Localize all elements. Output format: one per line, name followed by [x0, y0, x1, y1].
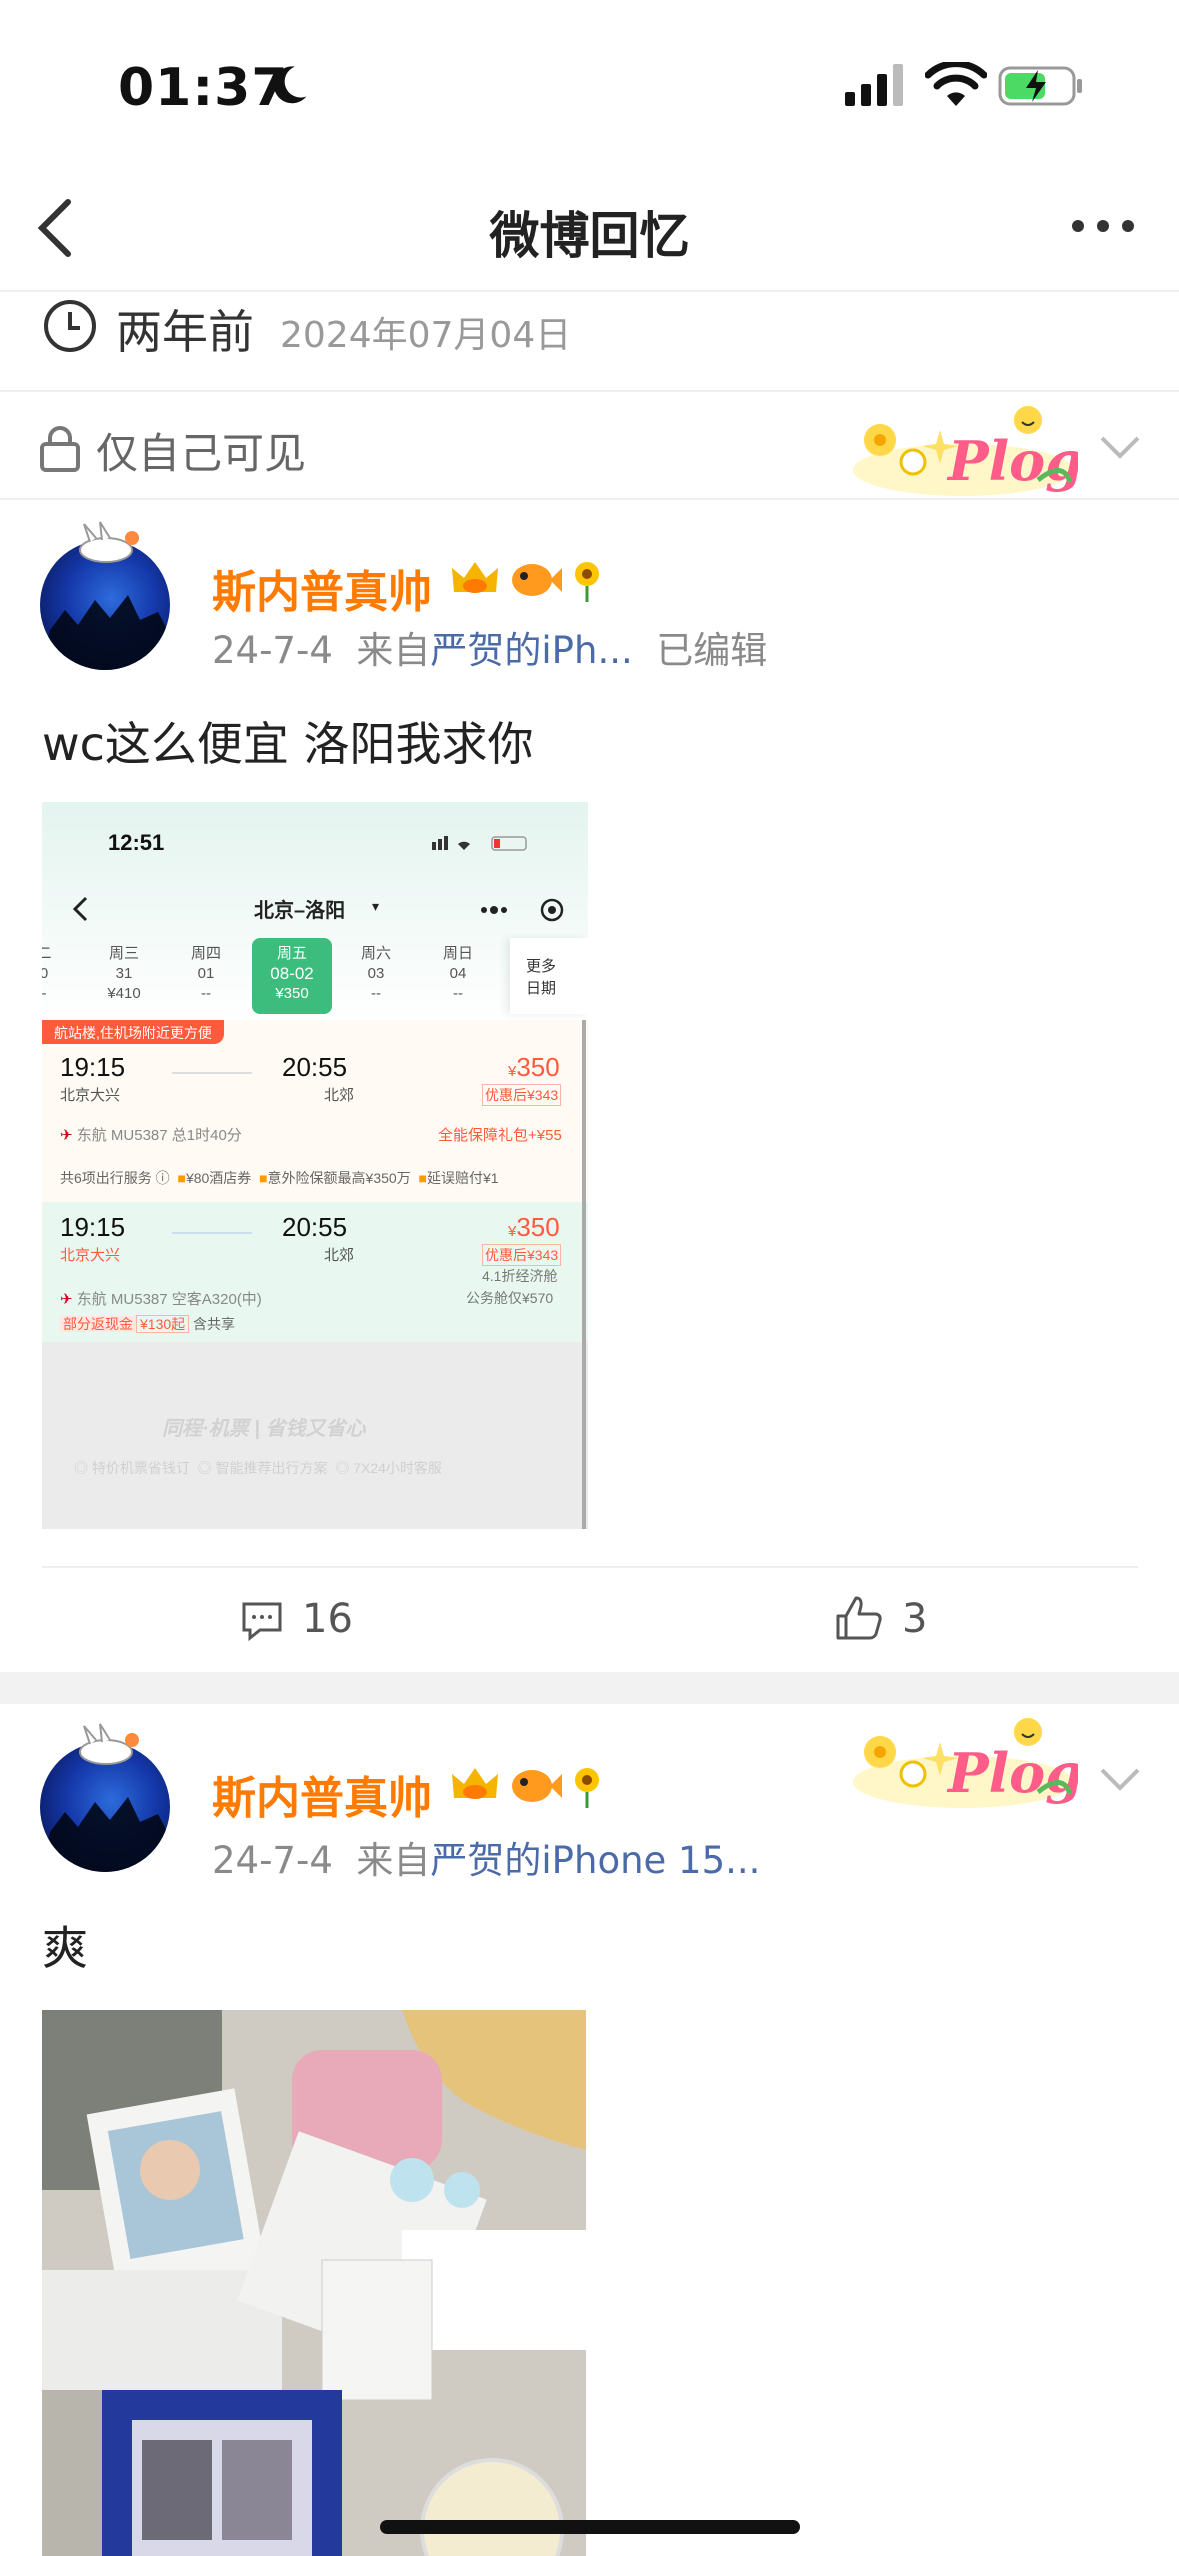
chevron-down-icon[interactable] [1098, 1764, 1142, 1794]
flight-arrival-time: 20:55 [282, 1052, 348, 1082]
page-title: 微博回忆 [489, 207, 690, 265]
flight-number: ✈ 东航 MU5387 总1时40分 [60, 1127, 242, 1144]
post-image-photo[interactable] [42, 2010, 586, 2556]
flight-services: 共6项出行服务 ⓘ ■¥80酒店券 ■意外险保额最高¥350万 ■延误赔付¥1 [60, 1170, 499, 1186]
embedded-time: 12:51 [108, 830, 165, 855]
like-icon[interactable] [834, 1594, 884, 1642]
edited-label: 已编辑 [656, 629, 768, 672]
embedded-status-icons [432, 836, 527, 851]
flight-cashback: 部分返现金 ¥130起 含共享 [60, 1314, 235, 1334]
divider [0, 498, 1179, 500]
flight-line [172, 1072, 252, 1074]
embedded-back-icon [72, 896, 88, 922]
flight-tip: 航站楼,住机场附近更方便 [42, 1020, 224, 1044]
plog-sticker: Plog [853, 1718, 1078, 1808]
flight-line [172, 1232, 252, 1234]
comment-icon[interactable] [240, 1598, 284, 1642]
day-cell: 周三 31 ¥410 [107, 945, 141, 1002]
moon-icon [273, 66, 307, 104]
day-cell: 二0- [42, 945, 52, 1002]
memory-date: 2024年07月04日 [280, 315, 572, 356]
post-image-flight-screenshot[interactable]: 12:51 北京–洛阳 ▾ 二0- 周三 31 ¥410 周四 01 -- 周五 08-0… [42, 802, 588, 1529]
cellular-signal-icon [845, 64, 903, 106]
day-cell: 周日 04 -- [442, 945, 473, 1002]
day-cell: 周六 03 -- [360, 945, 391, 1002]
post-meta: 24-7-4 来自严贺的iPh... 已编辑 [212, 620, 767, 674]
post-text: 爽 [42, 1921, 88, 1975]
from-prefix: 来自 [356, 1839, 431, 1882]
crown-badge-icon [452, 1768, 498, 1799]
flight-business-class: 公务舱仅¥570 [466, 1290, 554, 1306]
fish-badge-icon [512, 564, 562, 596]
wifi-icon [925, 62, 987, 106]
rabbit-decoration-icon [79, 1723, 139, 1765]
embedded-features: ◎ 特价机票省钱订 ◎ 智能推荐出行方案 ◎ 7X24小时客服 [74, 1460, 442, 1476]
memory-ago: 两年前 [116, 305, 254, 359]
battery-charging-icon [998, 66, 1082, 106]
status-time: 01:37 [118, 58, 289, 118]
flight-number: ✈ 东航 MU5387 空客A320(中) [60, 1291, 262, 1308]
like-count[interactable]: 3 [902, 1596, 927, 1642]
crown-badge-icon [452, 562, 498, 593]
plog-sticker: Plog [853, 406, 1078, 496]
visibility-label: 仅自己可见 [96, 429, 307, 478]
flight-discount: 优惠后¥343 [482, 1084, 562, 1106]
post-meta: 24-7-4 来自严贺的iPhone 15... [212, 1830, 760, 1884]
post-source-link[interactable]: 严贺的iPh... [430, 629, 632, 672]
flight-arrival-airport: 北郊 [324, 1247, 355, 1264]
embedded-brand: 同程·机票 | 省钱又省心 [162, 1418, 366, 1440]
comment-count[interactable]: 16 [302, 1596, 353, 1642]
day-cell: 周四 01 -- [190, 945, 221, 1002]
flight-class: 4.1折经济舱 [482, 1268, 558, 1284]
divider [0, 290, 1179, 292]
divider [0, 390, 1179, 392]
post-date: 24-7-4 [212, 629, 333, 672]
flight-arrival-airport: 北郊 [324, 1087, 355, 1104]
embedded-route-caret: ▾ [372, 898, 380, 914]
flight-departure-time: 19:15 [60, 1212, 126, 1242]
username[interactable]: 斯内普真帅 [212, 556, 432, 620]
flight-price: ¥350 [508, 1052, 560, 1082]
flight-price: ¥350 [508, 1212, 560, 1242]
flight-discount: 优惠后¥343 [482, 1244, 562, 1266]
rabbit-decoration-icon [79, 521, 139, 563]
flight-gift: 全能保障礼包+¥55 [438, 1127, 562, 1144]
embedded-capsule-icons [481, 898, 564, 922]
embedded-route: 北京–洛阳 [254, 900, 346, 922]
svg-text:Plog: Plog [946, 429, 1078, 493]
from-prefix: 来自 [356, 629, 431, 672]
flight-departure-time: 19:15 [60, 1052, 126, 1082]
more-icon[interactable] [1068, 214, 1138, 238]
flight-arrival-time: 20:55 [282, 1212, 348, 1242]
username[interactable]: 斯内普真帅 [212, 1762, 432, 1826]
post-source-link[interactable]: 严贺的iPhone 15... [430, 1839, 760, 1882]
svg-text:Plog: Plog [946, 1741, 1078, 1805]
post-separator [0, 1672, 1179, 1704]
day-cell-selected: 周五 08-02 ¥350 [252, 938, 332, 1014]
photo-illustration [42, 2010, 586, 2556]
sunflower-badge-icon [575, 1768, 599, 1808]
flight-departure-airport: 北京大兴 [60, 1247, 121, 1264]
more-dates-button: 更多 日期 [510, 938, 588, 1014]
flight-departure-airport: 北京大兴 [60, 1087, 121, 1104]
home-indicator[interactable] [380, 2520, 800, 2534]
post-date: 24-7-4 [212, 1839, 333, 1882]
chevron-down-icon[interactable] [1098, 432, 1142, 462]
post-text: wc这么便宜 洛阳我求你 [42, 717, 534, 771]
fish-badge-icon [512, 1770, 562, 1802]
lock-icon [40, 426, 80, 472]
divider [42, 1566, 1138, 1568]
clock-icon [44, 300, 96, 352]
sunflower-badge-icon [575, 562, 599, 602]
embedded-scrollbar [582, 1020, 586, 1529]
